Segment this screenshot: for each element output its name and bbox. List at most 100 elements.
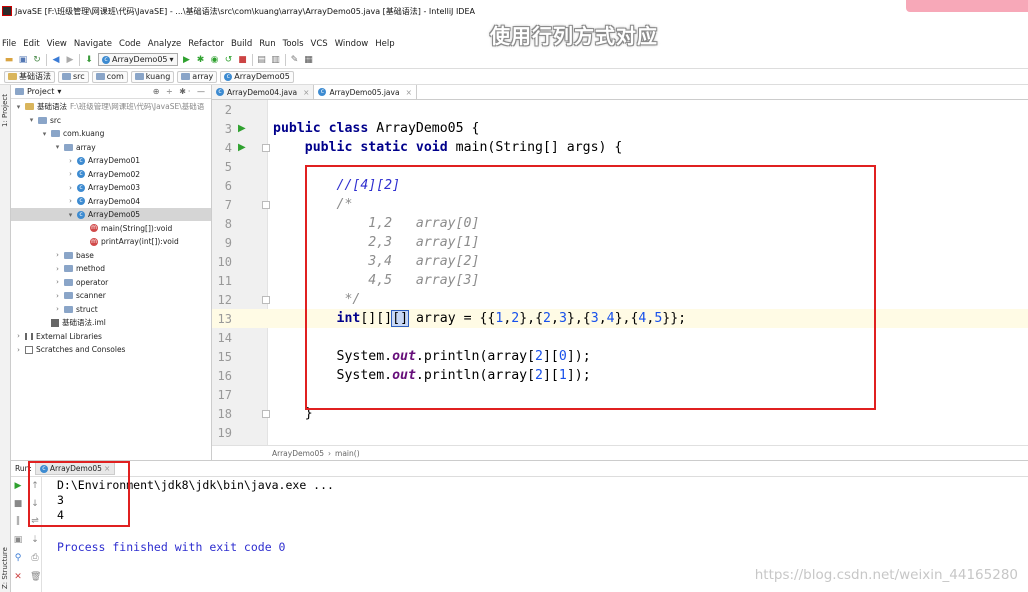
chevron-right-icon[interactable]: › — [67, 157, 74, 165]
menu-build[interactable]: Build — [231, 39, 252, 49]
chevron-down-icon[interactable]: ▾ — [28, 116, 35, 124]
dump-threads-icon[interactable]: ▣ — [13, 535, 23, 545]
nav-crumb-src[interactable]: src — [58, 70, 89, 83]
tree-item-com-kuang[interactable]: ▾ com.kuang — [11, 127, 105, 140]
tree-item-arraydemo05[interactable]: ▾ c ArrayDemo05 — [11, 208, 211, 221]
project-panel-tools[interactable]: ⊕ ÷ ✱· — — [153, 87, 207, 96]
fold-marker-icon[interactable] — [262, 295, 270, 304]
chevron-right-icon[interactable]: › — [54, 305, 61, 313]
nav-crumb-module[interactable]: 基础语法 — [4, 70, 55, 83]
tree-item-arraydemo02[interactable]: › c ArrayDemo02 — [11, 168, 140, 181]
chevron-down-icon[interactable]: ▾ — [57, 87, 61, 96]
trash-icon[interactable]: 🗑 — [30, 572, 41, 582]
chevron-right-icon[interactable]: › — [54, 278, 61, 286]
chevron-down-icon[interactable]: ▾ — [41, 130, 48, 138]
tab-arraydemo04[interactable]: c ArrayDemo04.java × — [212, 85, 315, 99]
breadcrumb-method[interactable]: main() — [335, 449, 360, 458]
run-config-selector[interactable]: c ArrayDemo05 ▾ — [98, 53, 178, 66]
back-icon[interactable]: ◀ — [51, 55, 61, 65]
chevron-right-icon[interactable]: › — [54, 265, 61, 273]
rerun-icon[interactable]: ▶ — [13, 481, 23, 491]
structure-tool-window-button[interactable]: Z: Structure — [1, 547, 9, 589]
tree-item-arraydemo01[interactable]: › c ArrayDemo01 — [11, 154, 140, 167]
nav-crumb-class[interactable]: c ArrayDemo05 — [220, 70, 294, 83]
line-number: 16 — [217, 368, 232, 383]
nav-crumb-com[interactable]: com — [91, 70, 128, 83]
pause-icon[interactable]: ‖ — [13, 516, 23, 526]
tree-item-src[interactable]: ▾ src — [11, 114, 61, 127]
menu-code[interactable]: Code — [119, 39, 141, 49]
tab-arraydemo05[interactable]: c ArrayDemo05.java × — [314, 85, 417, 99]
settings-icon[interactable]: ✎ — [290, 55, 300, 65]
menu-refactor[interactable]: Refactor — [188, 39, 224, 49]
project-tool-window-button[interactable]: 1: Project — [1, 94, 9, 127]
tree-item-arraydemo03[interactable]: › c ArrayDemo03 — [11, 181, 140, 194]
run-method-icon[interactable]: ▶ — [238, 142, 246, 153]
pin-icon[interactable]: ⚲ — [13, 553, 23, 563]
run-icon[interactable]: ▶ — [182, 55, 192, 65]
project-structure-icon[interactable]: ▤ — [257, 55, 267, 65]
menu-navigate[interactable]: Navigate — [74, 39, 112, 49]
tree-item-scratches-and-consoles[interactable]: › Scratches and Consoles — [11, 343, 125, 356]
profile-icon[interactable]: ↺ — [224, 55, 234, 65]
close-icon[interactable]: ✕ — [13, 572, 23, 582]
close-icon[interactable]: × — [303, 88, 309, 97]
project-view-selector[interactable]: Project — [27, 87, 54, 96]
chevron-right-icon[interactable]: › — [54, 292, 61, 300]
forward-icon[interactable]: ▶ — [65, 55, 75, 65]
tree-item-array[interactable]: ▾ array — [11, 141, 96, 154]
coverage-icon[interactable]: ◉ — [210, 55, 220, 65]
open-folder-icon[interactable]: ▬ — [4, 55, 14, 65]
tree-item-iml[interactable]: 基础语法.iml — [11, 316, 106, 329]
print-icon[interactable]: ⎙ — [30, 553, 40, 563]
run-class-icon[interactable]: ▶ — [238, 123, 246, 134]
chevron-right-icon[interactable]: › — [67, 184, 74, 192]
chevron-right-icon[interactable]: › — [67, 170, 74, 178]
scroll-to-end-icon[interactable]: ⇣ — [30, 535, 40, 545]
fold-marker-icon[interactable] — [262, 409, 270, 418]
breadcrumb-class[interactable]: ArrayDemo05 — [272, 449, 324, 458]
tree-item-struct[interactable]: › struct — [11, 303, 98, 316]
tree-item-printarray-int-void[interactable]: m printArray(int[]):void — [11, 235, 179, 248]
sync-icon[interactable]: ↻ — [32, 55, 42, 65]
tree-item-label: method — [76, 264, 105, 273]
sdk-icon[interactable]: ▥ — [271, 55, 281, 65]
nav-crumb-kuang[interactable]: kuang — [130, 70, 175, 83]
chevron-down-icon[interactable]: ▾ — [54, 143, 61, 151]
chevron-down-icon[interactable]: ▾ — [15, 103, 22, 111]
code-highlight-box — [305, 165, 876, 410]
menu-help[interactable]: Help — [375, 39, 394, 49]
save-all-icon[interactable]: ▣ — [18, 55, 28, 65]
menu-analyze[interactable]: Analyze — [148, 39, 182, 49]
fold-marker-icon[interactable] — [262, 200, 270, 209]
tree-item-method[interactable]: › method — [11, 262, 105, 275]
build-icon[interactable]: ⬇ — [84, 55, 94, 65]
menu-edit[interactable]: Edit — [23, 39, 39, 49]
menu-window[interactable]: Window — [335, 39, 369, 49]
chevron-down-icon[interactable]: ▾ — [67, 211, 74, 219]
stop-icon[interactable]: ■ — [13, 499, 23, 509]
chevron-right-icon[interactable]: › — [15, 346, 22, 354]
tree-item-main-string-void[interactable]: m main(String[]):void — [11, 222, 172, 235]
menu-file[interactable]: File — [2, 39, 16, 49]
menu-tools[interactable]: Tools — [283, 39, 304, 49]
tree-item-label: ArrayDemo05 — [88, 210, 141, 219]
chevron-right-icon[interactable]: › — [67, 197, 74, 205]
structure-icon[interactable]: ▦ — [304, 55, 314, 65]
stop-icon[interactable]: ■ — [238, 55, 248, 65]
menu-vcs[interactable]: VCS — [311, 39, 328, 49]
nav-crumb-array[interactable]: array — [177, 70, 218, 83]
tree-item-[interactable]: ▾ 基础语法 F:\班级管理\网课班\代码\JavaSE\基础语 — [11, 100, 205, 113]
menu-view[interactable]: View — [47, 39, 67, 49]
tree-item-scanner[interactable]: › scanner — [11, 289, 106, 302]
menu-run[interactable]: Run — [259, 39, 275, 49]
chevron-right-icon[interactable]: › — [15, 332, 22, 340]
fold-marker-icon[interactable] — [262, 143, 270, 152]
tree-item-arraydemo04[interactable]: › c ArrayDemo04 — [11, 195, 140, 208]
close-icon[interactable]: × — [406, 88, 412, 97]
tree-item-base[interactable]: › base — [11, 249, 94, 262]
tree-item-external-libraries[interactable]: › External Libraries — [11, 330, 102, 343]
chevron-right-icon[interactable]: › — [54, 251, 61, 259]
tree-item-operator[interactable]: › operator — [11, 276, 108, 289]
debug-icon[interactable]: ✱ — [196, 55, 206, 65]
